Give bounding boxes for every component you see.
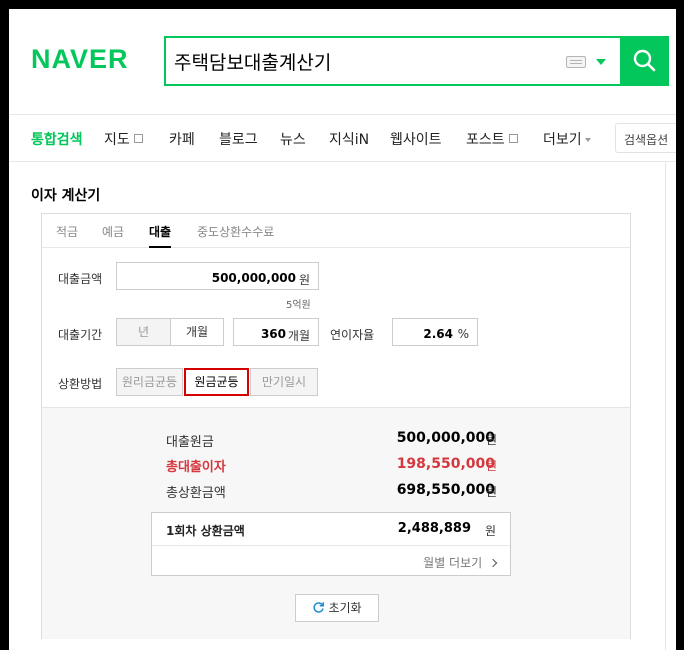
repayment-method-label: 상환방법 <box>58 377 103 391</box>
search-options-button[interactable]: 검색옵션 <box>615 123 676 153</box>
total-interest-unit: 원 <box>486 459 498 473</box>
reset-label: 초기화 <box>328 601 362 615</box>
principal-unit: 원 <box>486 433 498 447</box>
interest-rate-value: 2.64 <box>423 327 453 341</box>
refresh-icon <box>313 602 325 613</box>
loan-amount-label: 대출금액 <box>58 272 103 286</box>
tab-prepayment-fee[interactable]: 중도상환수수료 <box>197 223 274 240</box>
loan-period-unit: 개월 <box>287 329 310 343</box>
first-payment-box: 1회차 상환금액 2,488,889 원 월별 더보기 <box>151 512 511 576</box>
divider <box>665 162 666 650</box>
total-repayment-unit: 원 <box>486 485 498 499</box>
first-payment-row: 1회차 상환금액 2,488,889 원 <box>152 513 510 546</box>
tab-kin[interactable]: 지식iN <box>329 129 369 149</box>
total-repayment-value: 698,550,000 <box>396 482 495 498</box>
equal-installment-button[interactable]: 원리금균등 <box>116 368 183 396</box>
loan-period-field[interactable]: 360 개월 <box>233 318 319 346</box>
principal-value: 500,000,000 <box>396 430 495 446</box>
chevron-right-icon <box>488 558 498 568</box>
calculator-tabs: 적금 예금 대출 중도상환수수료 <box>42 214 630 248</box>
tab-news[interactable]: 뉴스 <box>280 129 306 149</box>
monthly-more-link[interactable]: 월별 더보기 <box>423 554 498 571</box>
new-window-icon <box>133 134 143 143</box>
principal-label: 대출원금 <box>166 435 214 450</box>
monthly-more-label: 월별 더보기 <box>423 556 483 570</box>
total-interest-value: 198,550,000 <box>396 456 495 472</box>
period-unit-toggle: 년 개월 <box>116 318 224 346</box>
search-box <box>164 36 669 86</box>
first-payment-unit: 원 <box>484 524 496 538</box>
first-payment-label: 1회차 상환금액 <box>166 524 245 538</box>
new-window-icon <box>508 134 518 143</box>
unit-year-button[interactable]: 년 <box>116 318 171 346</box>
interest-rate-unit: % <box>457 327 469 341</box>
loan-amount-hint: 5억원 <box>286 300 311 311</box>
tab-post[interactable]: 포스트 <box>466 129 518 149</box>
tab-blog[interactable]: 블로그 <box>219 129 258 149</box>
loan-period-label: 대출기간 <box>58 328 103 342</box>
naver-logo[interactable]: NAVER <box>31 44 129 75</box>
nav-tabbar: 통합검색 지도 카페 블로그 뉴스 지식iN 웹사이트 포스트 더보기 검색옵션 <box>9 114 676 162</box>
search-button[interactable] <box>620 36 669 86</box>
loan-period-value: 360 <box>260 327 286 341</box>
result-area: 대출원금 500,000,000 원 총대출이자 198,550,000 원 총… <box>42 407 630 639</box>
browser-frame: NAVER 통합검색 지도 카페 블로그 뉴스 지식iN 웹사이트 포스트 더보… <box>9 9 676 650</box>
tab-loan[interactable]: 대출 <box>149 223 172 248</box>
calculator-panel: 적금 예금 대출 중도상환수수료 대출금액 500,000,000 원 5억원 … <box>41 213 631 639</box>
keyboard-icon[interactable] <box>566 56 586 68</box>
tab-more[interactable]: 더보기 <box>543 129 591 149</box>
loan-amount-field[interactable]: 500,000,000 원 <box>116 262 319 290</box>
first-payment-value: 2,488,889 <box>397 521 471 536</box>
calculator-title: 이자 계산기 <box>31 188 101 204</box>
chevron-down-icon[interactable] <box>596 59 606 65</box>
tab-deposit[interactable]: 예금 <box>102 223 124 240</box>
total-repayment-label: 총상환금액 <box>166 486 226 501</box>
reset-button[interactable]: 초기화 <box>295 594 379 622</box>
search-input[interactable] <box>174 47 554 75</box>
search-icon <box>633 49 656 72</box>
tab-website[interactable]: 웹사이트 <box>390 129 442 149</box>
tab-cafe[interactable]: 카페 <box>169 129 195 149</box>
repayment-method-toggle: 원리금균등 원금균등 만기일시 <box>116 368 318 396</box>
chevron-down-icon <box>584 138 591 142</box>
total-interest-label: 총대출이자 <box>166 460 226 475</box>
unit-month-button[interactable]: 개월 <box>170 318 224 346</box>
bullet-repayment-button[interactable]: 만기일시 <box>250 368 318 396</box>
tab-map[interactable]: 지도 <box>104 129 143 149</box>
tab-savings[interactable]: 적금 <box>56 223 78 240</box>
interest-rate-label: 연이자율 <box>330 328 375 342</box>
interest-rate-field[interactable]: 2.64 % <box>392 318 478 346</box>
equal-principal-button[interactable]: 원금균등 <box>184 368 249 396</box>
loan-amount-unit: 원 <box>298 273 310 287</box>
loan-amount-value: 500,000,000 <box>211 271 296 285</box>
tab-integrated-search[interactable]: 통합검색 <box>31 129 83 149</box>
